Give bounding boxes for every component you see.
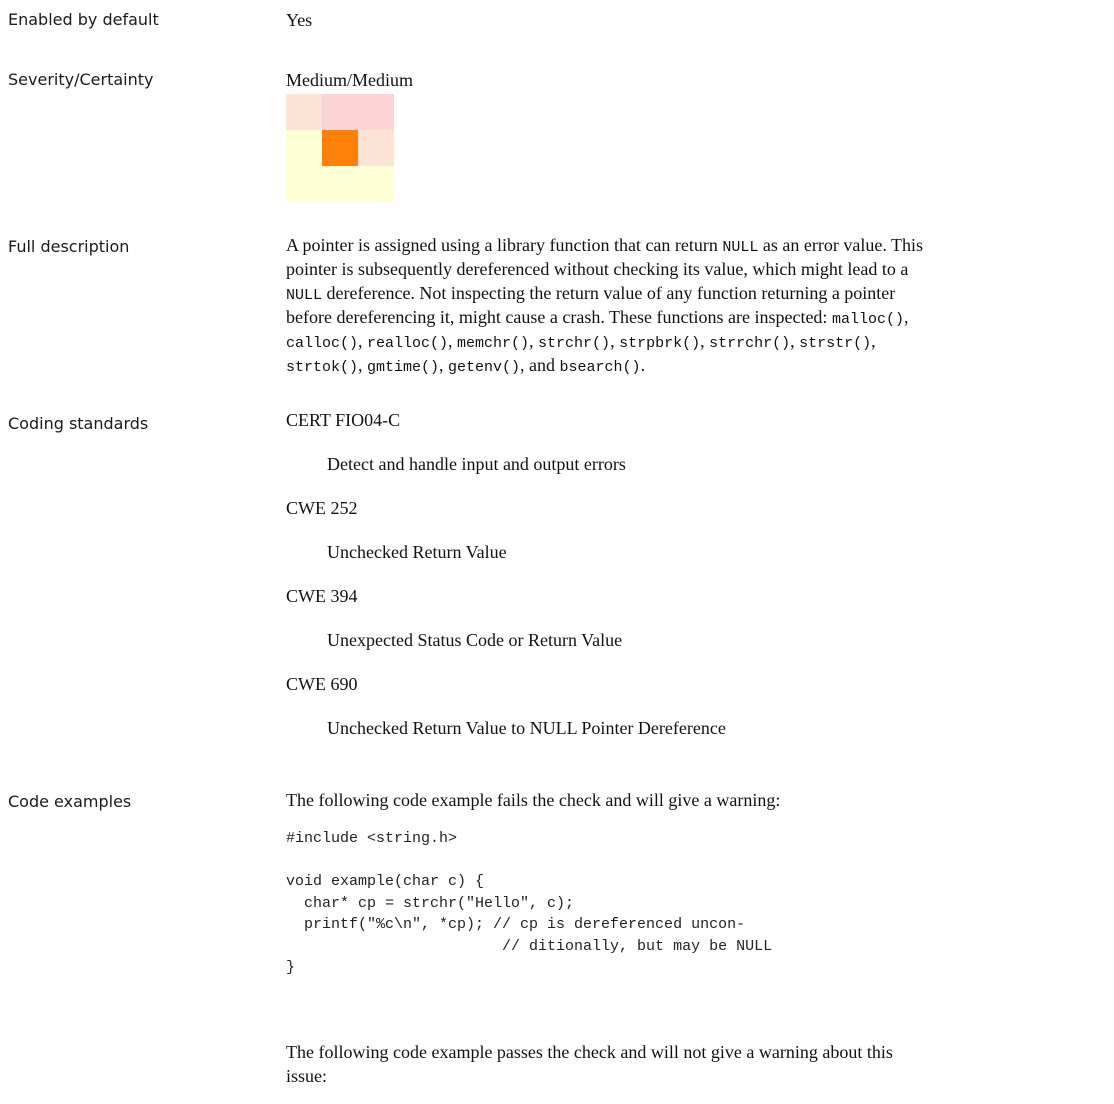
- function-name: gmtime(): [367, 359, 440, 376]
- description-label: Full description: [8, 237, 130, 256]
- function-name: strstr(): [799, 335, 872, 352]
- matrix-cell: [358, 130, 394, 166]
- function-name: realloc(): [367, 335, 449, 352]
- standard-description: Unexpected Status Code or Return Value: [327, 630, 623, 650]
- description-line1: A pointer is assigned using a library fu…: [286, 235, 723, 255]
- intro-pass: The following code example passes the ch…: [286, 1040, 893, 1088]
- intro-pass-line1: The following code example passes the ch…: [286, 1042, 893, 1062]
- intro-fail: The following code example fails the che…: [286, 790, 781, 810]
- standard-description: Unchecked Return Value: [327, 542, 507, 562]
- severity-certainty-matrix: [286, 94, 394, 202]
- period: .: [640, 355, 646, 375]
- description-line1-end: as an error value. This: [758, 235, 924, 255]
- standard-name: CERT FIO04-C: [286, 410, 401, 430]
- function-name: malloc(): [831, 311, 904, 328]
- matrix-cell: [358, 94, 394, 130]
- matrix-cell: [286, 166, 322, 202]
- standard-name: CWE 252: [286, 498, 358, 518]
- function-name: strtok(): [286, 359, 359, 376]
- code-null: NULL: [286, 287, 323, 304]
- description-line3: dereference. Not inspecting the return v…: [322, 283, 896, 303]
- severity-row: Severity/Certainty Medium/Medium: [8, 68, 1106, 208]
- matrix-cell: [322, 166, 358, 202]
- severity-value: Medium/Medium: [286, 70, 413, 90]
- matrix-cell: [286, 130, 322, 166]
- enabled-label: Enabled by default: [8, 10, 159, 29]
- coding-standards-label: Coding standards: [8, 414, 149, 433]
- description-row: Full description A pointer is assigned u…: [8, 235, 924, 376]
- function-name: memchr(): [457, 335, 530, 352]
- matrix-cell-highlighted: [322, 130, 358, 166]
- and-word: and: [529, 355, 556, 375]
- matrix-cell: [286, 94, 322, 130]
- function-name: strpbrk(): [619, 335, 701, 352]
- standard-description: Unchecked Return Value to NULL Pointer D…: [327, 718, 726, 738]
- coding-standards-row: Coding standards CERT FIO04-C Detect and…: [8, 410, 1106, 760]
- matrix-cell: [322, 94, 358, 130]
- description-line2: pointer is subsequently dereferenced wit…: [286, 259, 909, 279]
- function-name: strchr(): [538, 335, 611, 352]
- standard-description: Detect and handle input and output error…: [327, 454, 626, 474]
- function-name: calloc(): [286, 335, 359, 352]
- standard-name: CWE 690: [286, 674, 358, 694]
- enabled-value: Yes: [286, 10, 313, 30]
- standard-name: CWE 394: [286, 586, 358, 606]
- function-name: bsearch(): [559, 359, 641, 376]
- intro-pass-line2: issue:: [286, 1066, 328, 1086]
- matrix-cell: [358, 166, 394, 202]
- function-name: strrchr(): [709, 335, 791, 352]
- severity-label: Severity/Certainty: [8, 70, 154, 89]
- code-null: NULL: [722, 239, 759, 256]
- code-block-fail: #include <string.h> void example(char c)…: [286, 830, 773, 976]
- description-line4: before dereferencing it, might cause a c…: [286, 307, 832, 327]
- function-name: getenv(): [448, 359, 521, 376]
- code-examples-label: Code examples: [8, 792, 132, 811]
